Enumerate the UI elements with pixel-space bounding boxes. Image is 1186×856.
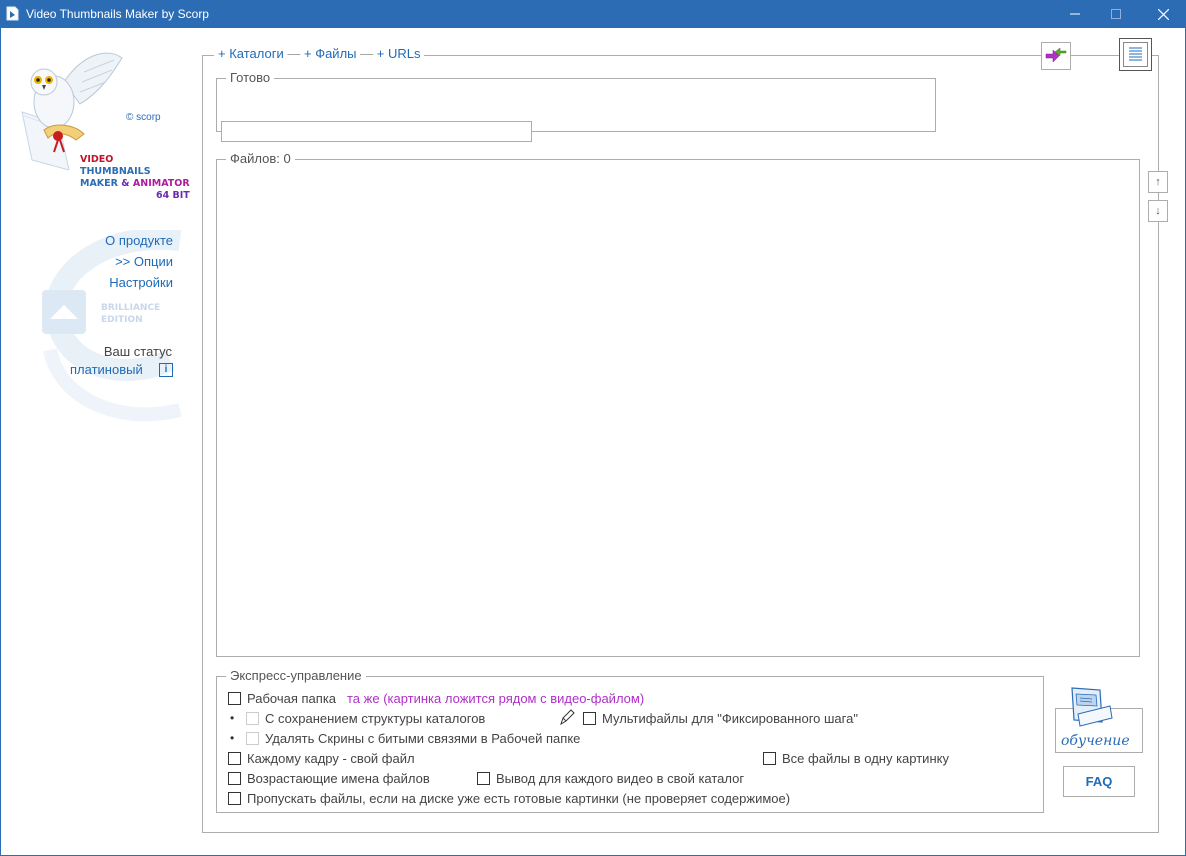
multifiles-checkbox[interactable] bbox=[583, 712, 596, 725]
each-frame-checkbox[interactable] bbox=[228, 752, 241, 765]
swap-button[interactable] bbox=[1041, 42, 1071, 70]
close-button[interactable] bbox=[1140, 0, 1186, 28]
swap-arrows-icon bbox=[1045, 47, 1067, 63]
books-icon bbox=[1071, 687, 1113, 727]
separator: — bbox=[287, 46, 301, 61]
multifiles-label: Мультифайлы для "Фиксированного шага" bbox=[602, 711, 858, 726]
faq-button[interactable]: FAQ bbox=[1063, 766, 1135, 797]
copyright-text: © scorp bbox=[126, 112, 161, 123]
app-icon bbox=[6, 6, 19, 21]
maximize-icon bbox=[1111, 9, 1121, 19]
bullet: • bbox=[230, 731, 235, 745]
work-folder-value-link[interactable]: та же (картинка ложится рядом с видео-фа… bbox=[347, 691, 644, 706]
owl-logo bbox=[21, 52, 123, 170]
all-in-one-label: Все файлы в одну картинку bbox=[782, 751, 949, 766]
files-list[interactable] bbox=[216, 159, 1140, 657]
each-frame-label: Каждому кадру - свой файл bbox=[247, 751, 415, 766]
status-label: Ваш статус bbox=[103, 344, 172, 359]
brand-line-video: VIDEO bbox=[80, 154, 114, 165]
skip-existing-label: Пропускать файлы, если на диске уже есть… bbox=[247, 791, 791, 806]
minimize-icon bbox=[1070, 13, 1080, 15]
delete-broken-checkbox[interactable] bbox=[246, 732, 259, 745]
separator: — bbox=[360, 46, 374, 61]
window-title: Video Thumbnails Maker by Scorp bbox=[26, 7, 209, 21]
brand-line-maker: MAKER & ANIMATOR bbox=[80, 178, 190, 189]
work-folder-label: Рабочая папка bbox=[247, 691, 337, 706]
settings-link[interactable]: Настройки bbox=[109, 275, 173, 290]
brand-line-bitness: 64 BIT bbox=[156, 190, 190, 201]
minimize-button[interactable] bbox=[1052, 0, 1098, 28]
maximize-button[interactable] bbox=[1093, 0, 1139, 28]
pen-icon[interactable] bbox=[558, 709, 576, 727]
status-value-link[interactable]: платиновый bbox=[70, 362, 143, 377]
ready-label: Готово bbox=[226, 70, 275, 85]
own-catalog-label: Вывод для каждого видео в свой каталог bbox=[496, 771, 745, 786]
learning-label: обучение bbox=[1061, 733, 1130, 749]
add-urls-link[interactable]: + URLs bbox=[377, 46, 421, 61]
add-files-link[interactable]: + Файлы bbox=[304, 46, 357, 61]
delete-broken-label: Удалять Скрины с битыми связями в Рабоче… bbox=[265, 731, 581, 746]
edition-text: BRILLIANCE EDITION bbox=[101, 303, 161, 325]
list-icon bbox=[1123, 42, 1148, 67]
about-link[interactable]: О продукте bbox=[105, 233, 173, 248]
bullet: • bbox=[230, 711, 235, 725]
ascending-names-label: Возрастающие имена файлов bbox=[247, 771, 430, 786]
all-in-one-checkbox[interactable] bbox=[763, 752, 776, 765]
work-folder-checkbox[interactable] bbox=[228, 692, 241, 705]
files-count-label: Файлов: 0 bbox=[226, 151, 295, 166]
close-icon bbox=[1157, 8, 1169, 20]
brand-line-thumbnails: THUMBNAILS bbox=[80, 166, 151, 177]
keep-structure-checkbox[interactable] bbox=[246, 712, 259, 725]
view-list-button[interactable] bbox=[1119, 38, 1152, 71]
edition-badge bbox=[42, 290, 86, 334]
product-brand: VIDEO THUMBNAILS MAKER & ANIMATOR 64 BIT bbox=[80, 154, 190, 202]
info-icon[interactable]: i bbox=[159, 363, 173, 377]
add-catalogs-link[interactable]: + Каталоги bbox=[218, 46, 284, 61]
skip-existing-checkbox[interactable] bbox=[228, 792, 241, 805]
express-label: Экспресс-управление bbox=[226, 668, 366, 683]
own-catalog-checkbox[interactable] bbox=[477, 772, 490, 785]
progress-bar bbox=[221, 121, 532, 142]
move-down-button[interactable]: ↓ bbox=[1148, 200, 1168, 222]
options-link[interactable]: >> Опции bbox=[115, 254, 173, 269]
triangle-up-icon bbox=[50, 305, 78, 319]
move-up-button[interactable]: ↑ bbox=[1148, 171, 1168, 193]
title-bar: Video Thumbnails Maker by Scorp bbox=[0, 0, 1186, 28]
ascending-names-checkbox[interactable] bbox=[228, 772, 241, 785]
keep-structure-label: С сохранением структуры каталогов bbox=[265, 711, 486, 726]
add-links-bar: + Каталоги — + Файлы — + URLs bbox=[214, 46, 425, 61]
